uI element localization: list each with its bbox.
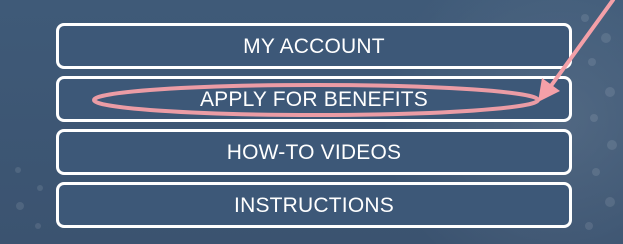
apply-for-benefits-button[interactable]: APPLY FOR BENEFITS xyxy=(56,76,572,122)
instructions-button[interactable]: INSTRUCTIONS xyxy=(56,182,572,228)
how-to-videos-button[interactable]: HOW-TO VIDEOS xyxy=(56,129,572,175)
how-to-videos-label: HOW-TO VIDEOS xyxy=(226,140,402,164)
my-account-label: MY ACCOUNT xyxy=(243,34,385,58)
instructions-label: INSTRUCTIONS xyxy=(234,193,394,217)
my-account-button[interactable]: MY ACCOUNT xyxy=(56,23,572,69)
apply-for-benefits-label: APPLY FOR BENEFITS xyxy=(199,87,429,111)
